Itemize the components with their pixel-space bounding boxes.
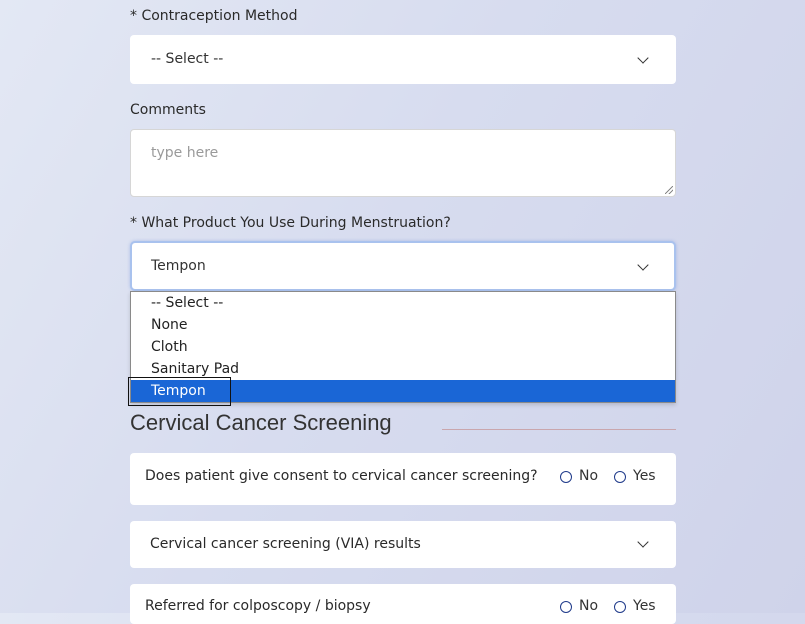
option-none[interactable]: None [131, 314, 675, 336]
consent-card: Does patient give consent to cervical ca… [130, 453, 676, 505]
option-select[interactable]: -- Select -- [131, 292, 675, 314]
consent-yes-radio[interactable] [614, 471, 626, 483]
via-results-label: Cervical cancer screening (VIA) results [150, 536, 421, 552]
contraception-select[interactable]: -- Select -- [130, 35, 676, 84]
chevron-down-icon [637, 52, 649, 64]
referred-yes-label[interactable]: Yes [633, 598, 656, 614]
comments-placeholder: type here [151, 145, 219, 161]
menstruation-selected-value: Tempon [151, 258, 206, 274]
contraception-label: * Contraception Method [130, 8, 298, 24]
consent-yes-label[interactable]: Yes [633, 468, 656, 484]
contraception-selected-value: -- Select -- [151, 51, 224, 67]
referred-no-label[interactable]: No [579, 598, 598, 614]
resize-handle-icon[interactable] [665, 186, 673, 194]
chevron-down-icon [637, 536, 649, 548]
referred-card: Referred for colposcopy / biopsy No Yes [130, 584, 676, 624]
option-cloth[interactable]: Cloth [131, 336, 675, 358]
section-divider [442, 429, 676, 430]
consent-question: Does patient give consent to cervical ca… [145, 468, 538, 484]
referred-question: Referred for colposcopy / biopsy [145, 598, 371, 614]
comments-textarea[interactable]: type here [130, 129, 676, 197]
referred-yes-radio[interactable] [614, 601, 626, 613]
via-results-select[interactable]: Cervical cancer screening (VIA) results [130, 521, 676, 568]
option-focus-ring [128, 377, 231, 406]
comments-label: Comments [130, 102, 206, 118]
menstruation-label: * What Product You Use During Menstruati… [130, 215, 451, 231]
chevron-down-icon [637, 259, 649, 271]
consent-no-label[interactable]: No [579, 468, 598, 484]
referred-no-radio[interactable] [560, 601, 572, 613]
menstruation-select[interactable]: Tempon [130, 241, 676, 291]
consent-no-radio[interactable] [560, 471, 572, 483]
section-title: Cervical Cancer Screening [130, 410, 392, 435]
